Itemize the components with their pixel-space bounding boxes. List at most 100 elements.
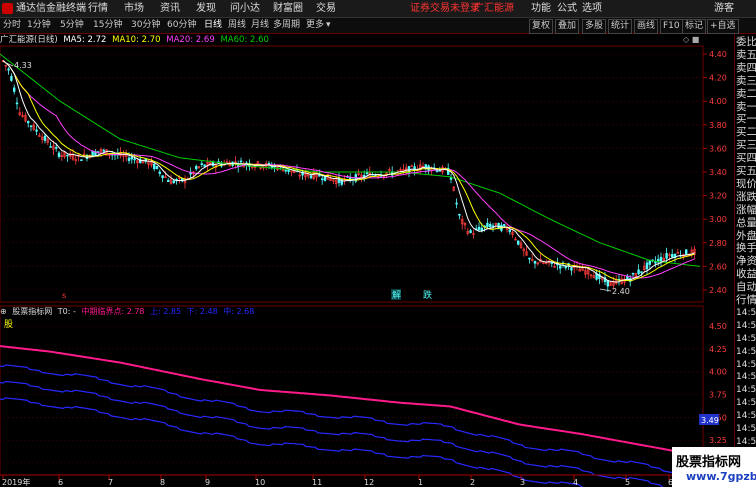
candle-body: [167, 180, 170, 183]
side-panel-item[interactable]: 买四: [736, 152, 756, 164]
indicator-settings-icon[interactable]: ⊕: [0, 307, 7, 316]
side-panel-item[interactable]: 净资: [736, 255, 756, 267]
side-panel-item[interactable]: 卖五: [736, 49, 756, 61]
candle-body: [320, 178, 324, 181]
candle-body: [57, 152, 61, 157]
side-panel-item[interactable]: 总量: [736, 217, 756, 229]
side-panel-item[interactable]: 现价: [736, 178, 756, 190]
candle-body: [15, 102, 19, 105]
time-tick-label: 5: [625, 478, 630, 487]
side-panel-item[interactable]: 14:56: [736, 384, 756, 396]
side-panel-item[interactable]: 卖三: [736, 75, 756, 87]
indicator-mid-value: 中期临界点: 2.78: [81, 307, 145, 316]
indicator-tick-label: 4.00: [709, 368, 727, 377]
side-panel-item[interactable]: 14:56: [736, 333, 756, 345]
low-price-label: 2.40: [612, 287, 630, 296]
side-panel-item[interactable]: 14:56: [736, 397, 756, 409]
candle-body: [54, 147, 58, 149]
indicator-header: ⊕ 股票指标网 T0: - 中期临界点: 2.78 上: 2.85 下: 2.4…: [0, 306, 257, 317]
chart-grid: [0, 45, 704, 476]
side-panel-item[interactable]: 换手: [736, 242, 756, 254]
high-price-label: 4.33: [14, 61, 32, 70]
side-panel-item[interactable]: 外盘: [736, 230, 756, 242]
candle-body: [637, 269, 640, 275]
ma5-line: [2, 60, 695, 283]
upper-band-line: [0, 364, 703, 476]
candle-body: [640, 271, 643, 273]
side-panel-item[interactable]: 买一: [736, 113, 756, 125]
kline-chart[interactable]: 4.40 4.20 4.00 3.80 3.60 3.40 3.20 3.00 2.80 2.60…: [0, 0, 734, 487]
candle-body: [508, 229, 511, 233]
price-axis: 4.40 4.20 4.00 3.80 3.60 3.40 3.20 3.00 2.80 2.60…: [703, 50, 727, 295]
price-tick-label: 3.20: [709, 192, 727, 201]
side-panel-item[interactable]: 自动: [736, 281, 756, 293]
side-panel-item[interactable]: 14:56: [736, 410, 756, 422]
low-price-pointer: [599, 288, 612, 292]
price-tick-label: 3.80: [709, 121, 727, 130]
side-panel-item[interactable]: 14:56: [736, 307, 756, 319]
candle-body: [458, 213, 461, 216]
watermark-url: www.7gpzb.com: [686, 470, 756, 483]
price-tick-label: 4.40: [709, 50, 727, 59]
candle-body: [570, 267, 573, 271]
time-tick-label: 2019年: [2, 477, 30, 487]
candle-body: [410, 165, 413, 168]
candle-body: [49, 146, 52, 148]
critical-point-line: [0, 345, 703, 457]
time-tick-label: 7: [108, 478, 113, 487]
candle-body: [684, 249, 688, 255]
price-tick-label: 4.20: [709, 74, 727, 83]
candle-body: [29, 125, 33, 128]
candlestick-series: [1, 59, 696, 292]
candle-body: [7, 68, 10, 71]
side-panel-item[interactable]: 买三: [736, 139, 756, 151]
side-panel-item[interactable]: 14:56: [736, 359, 756, 371]
candle-body: [133, 158, 136, 161]
price-tick-label: 2.40: [709, 286, 727, 295]
candle-body: [645, 262, 649, 270]
indicator-name[interactable]: 股票指标网: [12, 307, 52, 316]
side-panel-item[interactable]: 14:56: [736, 423, 756, 435]
side-panel-item[interactable]: 14:56: [736, 346, 756, 358]
side-panel-item[interactable]: 收益: [736, 268, 756, 280]
candle-body: [161, 175, 164, 179]
red-marker: s: [62, 291, 66, 300]
side-panel-item[interactable]: 委比: [736, 36, 756, 48]
side-panel-item[interactable]: 14:56: [736, 320, 756, 332]
candle-body: [533, 260, 537, 264]
candle-body: [309, 175, 313, 179]
indicator-down-value: 下: 2.48: [186, 307, 218, 316]
indicator-up-value: 上: 2.85: [150, 307, 182, 316]
side-panel-item[interactable]: 涨跌: [736, 191, 756, 203]
indicator-pane-frame: [0, 305, 704, 476]
side-panel-item[interactable]: 14:56: [736, 371, 756, 383]
candle-body: [35, 129, 38, 132]
side-panel-item[interactable]: 涨幅: [736, 204, 756, 216]
candle-body: [127, 157, 131, 161]
side-panel-item[interactable]: 卖四: [736, 62, 756, 74]
indicator-tick-label: 4.25: [709, 345, 727, 354]
candle-body: [558, 265, 562, 269]
side-panel-item[interactable]: 买二: [736, 126, 756, 138]
price-tick-label: 3.00: [709, 215, 727, 224]
candle-body: [158, 171, 161, 174]
candle-body: [670, 254, 674, 258]
side-panel-item[interactable]: 卖二: [736, 88, 756, 100]
side-panel-item[interactable]: 卖一: [736, 101, 756, 113]
candle-body: [516, 240, 520, 245]
lower-band-line: [0, 397, 585, 487]
candle-body: [469, 230, 472, 233]
candle-body: [172, 180, 175, 184]
candle-body: [491, 225, 495, 228]
candle-body: [102, 149, 106, 152]
candle-body: [486, 222, 489, 228]
candle-body: [455, 202, 458, 205]
jie-marker: 解: [392, 289, 401, 301]
candle-body: [155, 166, 159, 169]
side-panel-item[interactable]: 买五: [736, 165, 756, 177]
side-panel-item[interactable]: 行情: [736, 294, 756, 306]
watermark: 股票指标网 www.7gpzb.com: [672, 447, 756, 487]
candle-body: [239, 160, 243, 163]
candle-body: [80, 159, 83, 161]
indicator-current-value: 3.49: [701, 416, 719, 425]
